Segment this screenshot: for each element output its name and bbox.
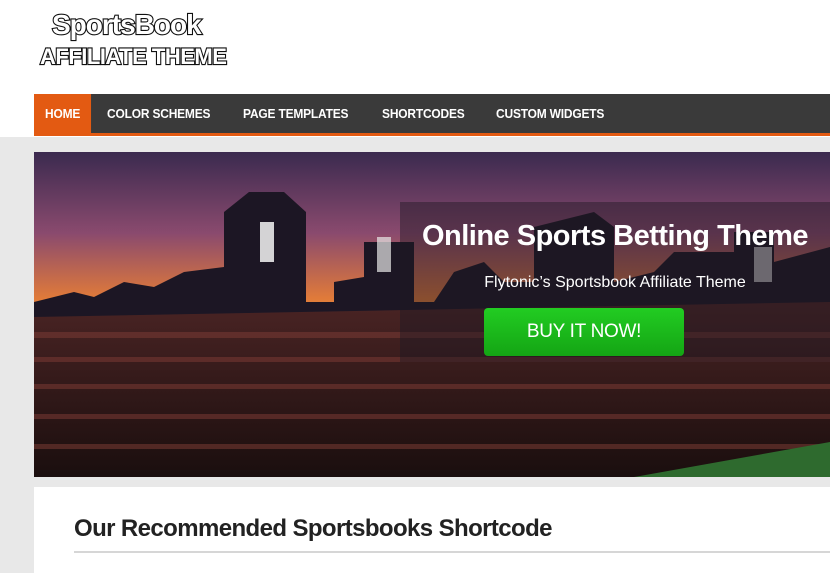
site-header: SportsBook AFFILIATE THEME HOME COLOR SC… bbox=[0, 0, 830, 137]
hero-title: Online Sports Betting Theme bbox=[421, 220, 809, 252]
nav-item-shortcodes[interactable]: SHORTCODES bbox=[371, 94, 476, 133]
section-divider bbox=[74, 551, 830, 553]
logo-line-1: SportsBook bbox=[52, 9, 202, 40]
hero-banner: Online Sports Betting Theme Flytonic’s S… bbox=[34, 152, 830, 477]
site-logo[interactable]: SportsBook AFFILIATE THEME bbox=[38, 4, 258, 70]
nav-item-custom-widgets[interactable]: CUSTOM WIDGETS bbox=[485, 94, 615, 133]
main-nav: HOME COLOR SCHEMES PAGE TEMPLATES SHORTC… bbox=[34, 94, 830, 136]
nav-item-page-templates[interactable]: PAGE TEMPLATES bbox=[232, 94, 359, 133]
nav-item-color-schemes[interactable]: COLOR SCHEMES bbox=[96, 94, 221, 133]
nav-item-home[interactable]: HOME bbox=[34, 94, 92, 133]
hero-subtitle: Flytonic’s Sportsbook Affiliate Theme bbox=[484, 274, 746, 291]
main-content: Our Recommended Sportsbooks Shortcode bbox=[34, 487, 830, 573]
logo-line-2: AFFILIATE THEME bbox=[40, 44, 226, 69]
section-title: Our Recommended Sportsbooks Shortcode bbox=[74, 515, 552, 542]
buy-it-now-button[interactable]: BUY IT NOW! bbox=[484, 308, 684, 356]
hero-overlay-panel: Online Sports Betting Theme Flytonic’s S… bbox=[400, 202, 830, 362]
